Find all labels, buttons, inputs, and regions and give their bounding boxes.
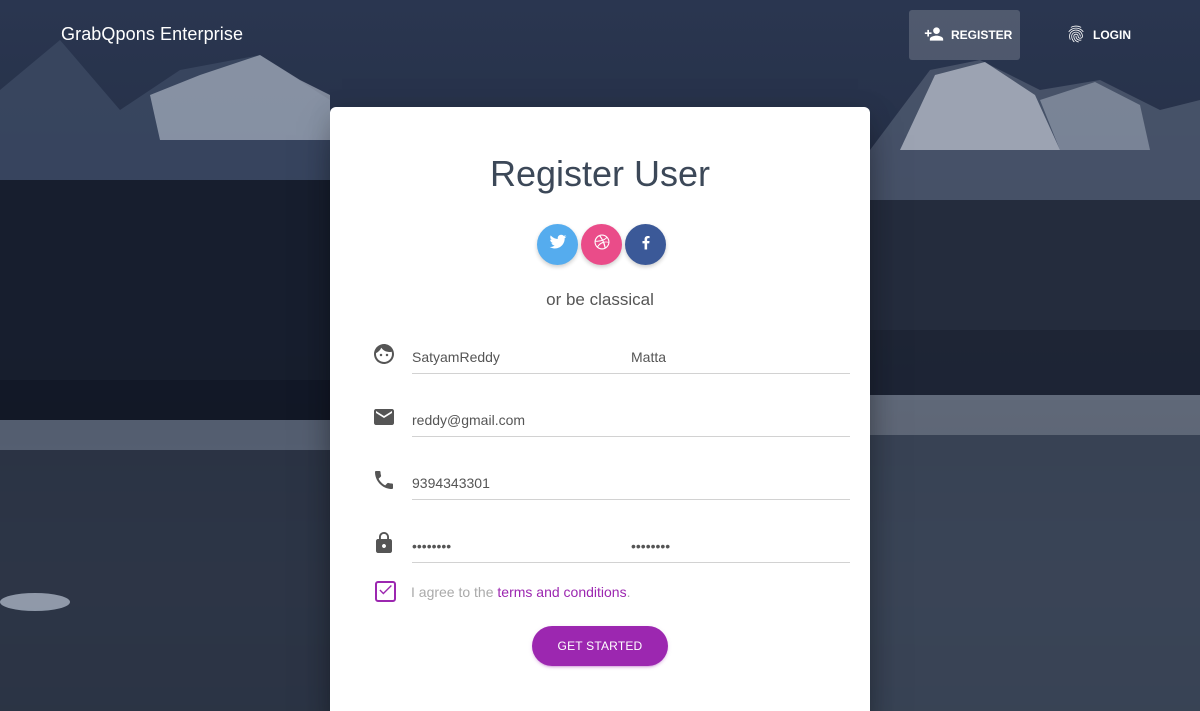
email-row: reddy@gmail.com bbox=[372, 401, 850, 437]
register-card: Register User or be classical SatyamRedd… bbox=[330, 107, 870, 711]
card-title: Register User bbox=[489, 153, 711, 194]
facebook-icon bbox=[637, 233, 655, 256]
check-icon bbox=[377, 581, 394, 603]
phone-value: 9394343301 bbox=[412, 475, 490, 491]
person-add-icon bbox=[924, 24, 944, 47]
lock-icon bbox=[372, 531, 398, 557]
first-name-field[interactable]: SatyamReddy bbox=[412, 338, 631, 374]
login-nav-label: LOGIN bbox=[1093, 28, 1131, 42]
phone-field[interactable]: 9394343301 bbox=[412, 464, 850, 500]
twitter-icon bbox=[549, 233, 567, 256]
terms-suffix: . bbox=[626, 583, 631, 600]
face-icon bbox=[372, 342, 398, 368]
twitter-button[interactable] bbox=[537, 224, 578, 265]
terms-prefix: I agree to the bbox=[411, 583, 498, 600]
terms-checkbox[interactable] bbox=[375, 581, 396, 602]
get-started-button[interactable]: GET STARTED bbox=[532, 626, 668, 666]
email-icon bbox=[372, 405, 398, 431]
brand-title[interactable]: GrabQpons Enterprise bbox=[61, 24, 243, 45]
terms-row: I agree to the terms and conditions. bbox=[375, 581, 630, 602]
register-nav-label: REGISTER bbox=[951, 28, 1013, 42]
email-field[interactable]: reddy@gmail.com bbox=[412, 401, 850, 437]
login-nav-button[interactable]: LOGIN bbox=[1051, 10, 1141, 60]
confirm-password-field[interactable]: •••••••• bbox=[631, 527, 850, 563]
social-buttons bbox=[537, 224, 666, 265]
password-field[interactable]: •••••••• bbox=[412, 527, 631, 563]
last-name-field[interactable]: Matta bbox=[631, 338, 850, 374]
dribbble-icon bbox=[593, 233, 611, 256]
facebook-button[interactable] bbox=[625, 224, 666, 265]
phone-icon bbox=[372, 468, 398, 494]
phone-row: 9394343301 bbox=[372, 464, 850, 500]
last-name-value: Matta bbox=[631, 349, 667, 365]
password-row: •••••••• •••••••• bbox=[372, 527, 850, 563]
password-value: •••••••• bbox=[412, 538, 452, 554]
terms-link[interactable]: terms and conditions bbox=[497, 584, 626, 600]
subtitle-text: or be classical bbox=[546, 290, 654, 309]
top-navbar: GrabQpons Enterprise REGISTER LOGIN bbox=[0, 0, 1200, 70]
confirm-password-value: •••••••• bbox=[631, 538, 671, 554]
first-name-value: SatyamReddy bbox=[412, 349, 500, 365]
name-row: SatyamReddy Matta bbox=[372, 338, 850, 374]
fingerprint-icon bbox=[1066, 24, 1086, 47]
email-value: reddy@gmail.com bbox=[412, 412, 526, 428]
register-nav-button[interactable]: REGISTER bbox=[909, 10, 1020, 60]
terms-text: I agree to the terms and conditions. bbox=[411, 584, 630, 600]
dribbble-button[interactable] bbox=[581, 224, 622, 265]
